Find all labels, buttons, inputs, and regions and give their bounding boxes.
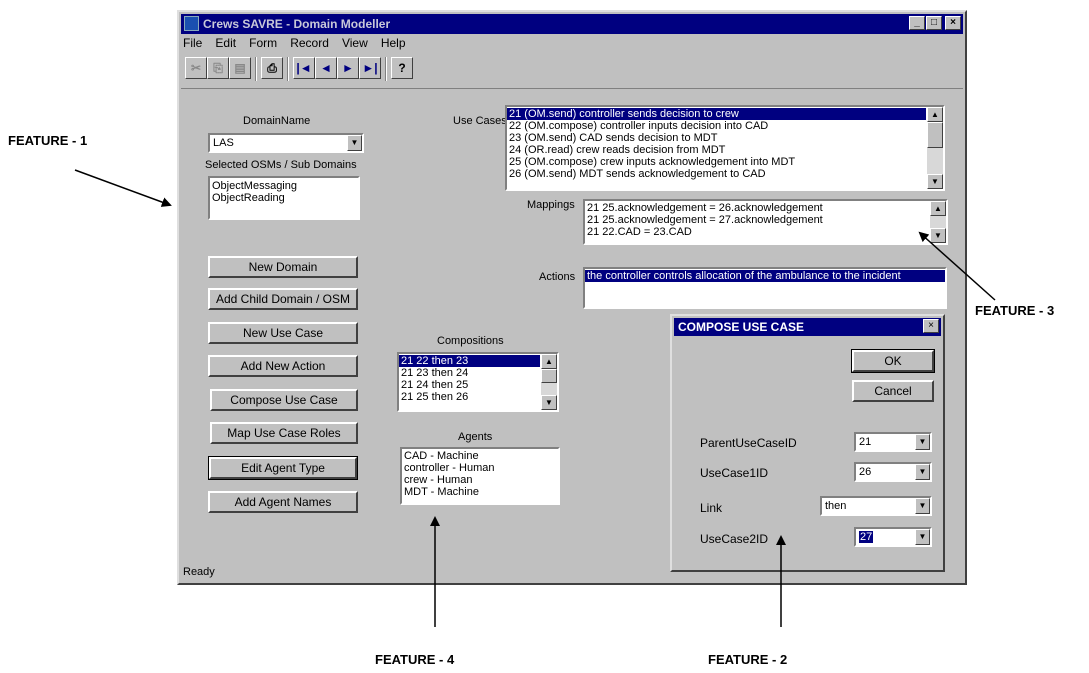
feature-1-arrow — [74, 169, 172, 207]
annotation-arrows — [74, 169, 996, 627]
feature-3-arrow — [918, 231, 996, 301]
